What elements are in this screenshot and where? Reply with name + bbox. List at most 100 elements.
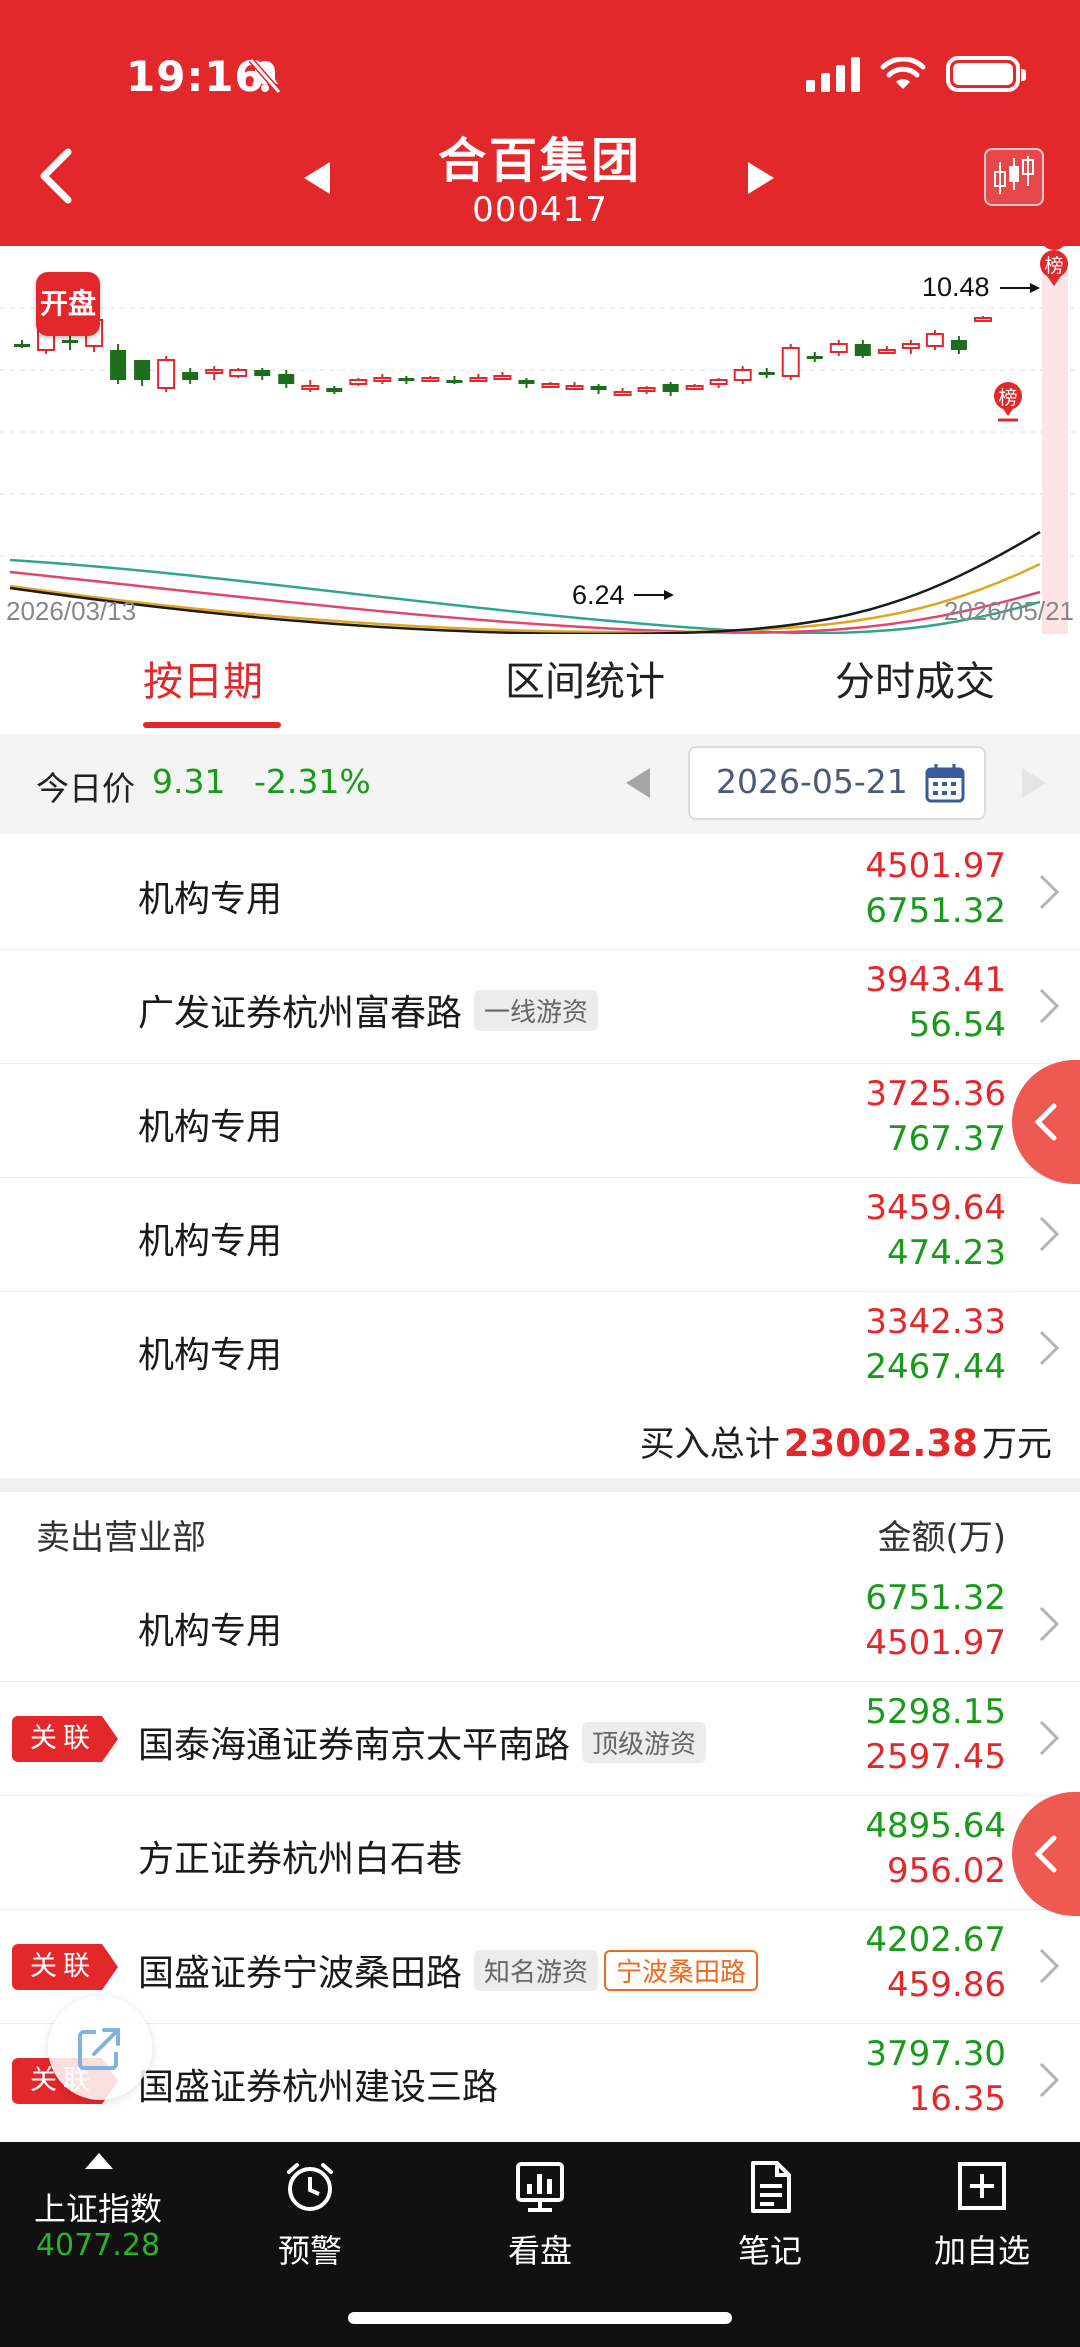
branch-name: 机构专用	[138, 1611, 283, 1652]
branch-name: 广发证券杭州富春路	[138, 993, 463, 1034]
date-next-arrow-icon[interactable]	[1020, 766, 1048, 800]
candle-body	[806, 356, 823, 359]
tab-intraday-trades[interactable]: 分时成交	[750, 634, 1080, 734]
nav-alert[interactable]: 预警	[240, 2160, 380, 2272]
buy-total-unit: 万元	[981, 1425, 1052, 1465]
date-picker[interactable]: 2026-05-21	[688, 746, 986, 820]
candle-body	[973, 317, 992, 322]
nav-add-watchlist[interactable]: 加自选	[912, 2160, 1052, 2272]
sell-amount: 767.37	[887, 1119, 1006, 1159]
ma-line	[9, 530, 1041, 636]
candle-body	[877, 349, 896, 354]
related-badge[interactable]: 关联	[12, 1716, 118, 1762]
candle-body	[613, 391, 632, 396]
back-chevron-icon[interactable]	[28, 140, 88, 210]
candle-body	[134, 360, 151, 380]
section-divider	[0, 1478, 1080, 1492]
date-prev-arrow-icon[interactable]	[624, 766, 652, 800]
stock-title: 合百集团 000417	[340, 132, 740, 230]
candle-body	[469, 377, 488, 382]
buy-row[interactable]: 机构专用 4501.97 6751.32	[0, 836, 1080, 950]
svg-text:10.48: 10.48	[922, 272, 990, 302]
candle-body	[518, 380, 535, 384]
today-price-label: 今日价	[36, 769, 135, 808]
candle-body	[326, 388, 343, 392]
nav-label: 看盘	[507, 2232, 572, 2270]
home-indicator	[348, 2312, 732, 2324]
candle-body	[110, 350, 127, 380]
monitor-chart-icon	[516, 2162, 564, 2212]
buy-amount: 16.35	[908, 2079, 1006, 2119]
tab-by-date[interactable]: 按日期	[0, 634, 420, 734]
candle-body	[446, 380, 463, 383]
bell-muted-icon	[248, 58, 282, 94]
candle-body	[565, 385, 584, 390]
index-name: 上证指数	[33, 2190, 162, 2228]
ma-line	[9, 570, 1041, 634]
candle-body	[421, 377, 440, 382]
sell-section-header: 卖出营业部 金额(万)	[0, 1492, 1080, 1568]
candle-body	[662, 384, 679, 392]
prev-stock-arrow-icon[interactable]	[300, 160, 334, 196]
nav-label: 加自选	[933, 2232, 1030, 2270]
branch-name: 国盛证券杭州建设三路	[138, 2067, 499, 2108]
nav-watch[interactable]: 看盘	[470, 2160, 610, 2272]
share-float-button[interactable]	[48, 1996, 152, 2100]
candle-body	[14, 344, 30, 347]
tab-range-stats[interactable]: 区间统计	[420, 634, 750, 734]
candlesticks	[14, 4, 1063, 396]
tab-bar: 按日期 区间统计 分时成交	[0, 634, 1080, 734]
buy-amount: 2597.45	[865, 1737, 1006, 1777]
sell-row[interactable]: 关联 国盛证券宁波桑田路 知名游资 宁波桑田路 4202.67 459.86	[0, 1910, 1080, 2024]
svg-text:榜: 榜	[1044, 255, 1063, 277]
rank-marker-mid: 榜	[994, 382, 1022, 422]
wifi-icon	[880, 57, 926, 89]
today-price: 9.31	[152, 762, 226, 801]
candle-body	[854, 344, 871, 356]
signal-icon	[806, 56, 860, 92]
kline-chart[interactable]: 10.48 6.24 榜 榜 2026/03/13 2026/05/21 开盘	[0, 4, 1080, 636]
plus-box-icon	[958, 2162, 1006, 2210]
sell-amount: 3797.30	[865, 2034, 1006, 2074]
candle-body	[254, 370, 271, 376]
buy-amount: 3943.41	[865, 960, 1006, 1000]
moving-average-lines	[9, 530, 1041, 636]
sell-row[interactable]: 机构专用 6751.32 4501.97	[0, 1568, 1080, 1682]
buy-row[interactable]: 机构专用 3725.36 767.37	[0, 1064, 1080, 1178]
kline-toggle-button[interactable]	[984, 148, 1044, 206]
rank-highlight-band	[1042, 256, 1068, 636]
sell-row[interactable]: 关联 国泰海通证券南京太平南路 顶级游资 5298.15 2597.45	[0, 1682, 1080, 1796]
trader-tag: 一线游资	[474, 989, 599, 1031]
chevron-right-icon	[1039, 2062, 1060, 2098]
svg-text:6.24: 6.24	[572, 580, 625, 610]
open-badge[interactable]: 开盘	[36, 272, 100, 336]
sell-amount: 4895.64	[865, 1806, 1006, 1846]
status-icons	[806, 56, 1026, 92]
candle-body	[590, 386, 607, 390]
related-badge[interactable]: 关联	[12, 1944, 118, 1990]
nav-notes[interactable]: 笔记	[700, 2160, 840, 2272]
selected-date: 2026-05-21	[716, 762, 908, 801]
buy-row[interactable]: 机构专用 3459.64 474.23	[0, 1178, 1080, 1292]
sell-row[interactable]: 关联 国盛证券杭州建设三路 3797.30 16.35	[0, 2024, 1080, 2138]
trader-alias-tag[interactable]: 宁波桑田路	[604, 1949, 759, 1991]
candle-body	[950, 340, 967, 350]
buy-amount: 4501.97	[865, 846, 1006, 886]
trader-tag: 顶级游资	[582, 1721, 707, 1763]
buy-amount: 3459.64	[865, 1188, 1006, 1228]
candle-body	[733, 369, 752, 381]
sell-row[interactable]: 方正证券杭州白石巷 4895.64 956.02	[0, 1796, 1080, 1910]
candle-body	[493, 375, 512, 380]
market-index-ticker[interactable]: 上证指数 4077.28	[0, 2142, 200, 2292]
candle-body	[398, 378, 415, 381]
sell-amount: 4202.67	[865, 1920, 1006, 1960]
chart-start-date: 2026/03/13	[6, 596, 136, 626]
sell-amount: 56.54	[908, 1005, 1006, 1045]
sell-amount: 474.23	[887, 1233, 1006, 1273]
battery-icon	[946, 56, 1026, 92]
buy-row[interactable]: 机构专用 3342.33 2467.44	[0, 1292, 1080, 1406]
next-stock-arrow-icon[interactable]	[744, 160, 778, 196]
chevron-right-icon	[1039, 1720, 1060, 1756]
stock-code: 000417	[472, 190, 608, 230]
buy-row[interactable]: 广发证券杭州富春路 一线游资 3943.41 56.54	[0, 950, 1080, 1064]
